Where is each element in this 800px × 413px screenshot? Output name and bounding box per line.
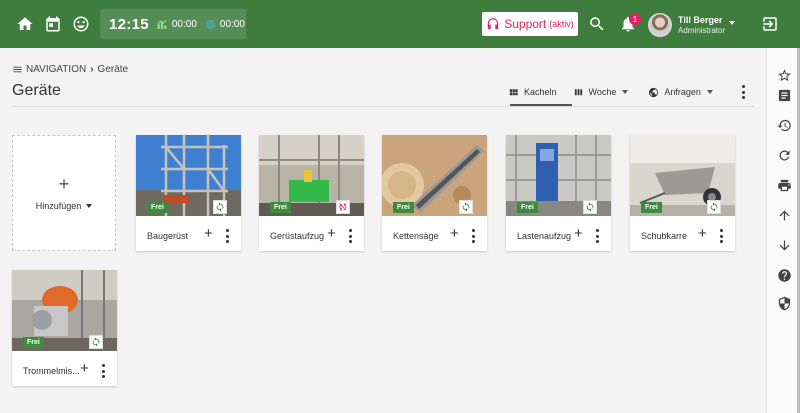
plus-icon: +	[58, 174, 70, 194]
globe-icon	[649, 87, 659, 97]
chevron-down-icon	[622, 90, 629, 94]
chevron-down-icon[interactable]	[729, 21, 735, 25]
shield-icon[interactable]	[775, 294, 793, 312]
add-booking-button[interactable]: +	[698, 226, 707, 241]
time-tracker[interactable]: 12:15 00:00 00:00	[100, 9, 246, 39]
chevron-down-icon	[706, 90, 713, 94]
star-icon[interactable]	[775, 66, 793, 84]
view-tabs: Kacheln Woche Anfragen	[508, 80, 729, 104]
device-tile-kettensaege[interactable]: Frei Kettensäge +	[382, 135, 487, 251]
sync-off-icon	[336, 200, 350, 214]
user-name[interactable]: Till Berger	[678, 15, 722, 25]
history-icon[interactable]	[775, 116, 793, 134]
device-tile-baugeruest[interactable]: Frei Baugerüst +	[136, 135, 241, 251]
work-time: 00:00	[156, 18, 197, 31]
support-button[interactable]: Support (aktiv)	[482, 12, 578, 36]
tab-woche[interactable]: Woche	[573, 80, 629, 104]
add-booking-button[interactable]: +	[204, 226, 213, 241]
divider	[12, 106, 755, 107]
status-badge: Frei	[641, 202, 662, 213]
print-icon[interactable]	[775, 176, 793, 194]
smiley-icon[interactable]	[70, 13, 92, 35]
chart-icon	[157, 19, 167, 29]
calendar-icon[interactable]	[42, 13, 64, 35]
more-menu-icon[interactable]	[594, 229, 600, 243]
home-icon[interactable]	[14, 13, 36, 35]
more-menu-icon[interactable]	[347, 229, 353, 243]
breadcrumb-root[interactable]: NAVIGATION	[26, 64, 86, 75]
search-icon[interactable]	[586, 13, 608, 35]
device-name: Baugerüst	[147, 231, 189, 241]
arrow-up-icon[interactable]	[775, 206, 793, 224]
user-role: Administrator	[678, 26, 726, 35]
status-badge: Frei	[147, 202, 168, 213]
more-menu-icon[interactable]	[470, 229, 476, 243]
support-status: (aktiv)	[549, 19, 574, 29]
help-icon[interactable]	[775, 266, 793, 284]
device-tile-trommelmischer[interactable]: Frei Trommelmis... +	[12, 270, 117, 386]
add-booking-button[interactable]: +	[450, 226, 459, 241]
more-menu-icon[interactable]	[740, 85, 746, 99]
support-label: Support	[504, 17, 547, 31]
device-name: Kettensäge	[393, 231, 439, 241]
breadcrumb-current: Geräte	[97, 64, 129, 75]
notification-badge: 1	[629, 13, 641, 25]
more-menu-icon[interactable]	[100, 364, 106, 378]
sync-icon	[213, 200, 227, 214]
notes-icon[interactable]	[775, 86, 793, 104]
tab-anfragen[interactable]: Anfragen	[648, 80, 713, 104]
status-badge: Frei	[270, 202, 291, 213]
break-time-value: 00:00	[219, 18, 245, 30]
coffee-icon	[205, 19, 216, 29]
device-tile-geruestaufzug[interactable]: Frei Gerüstaufzug +	[259, 135, 364, 251]
status-badge: Frei	[517, 202, 538, 213]
chevron-down-icon	[86, 204, 93, 208]
status-badge: Frei	[23, 337, 44, 348]
week-icon	[574, 88, 582, 95]
arrow-down-icon[interactable]	[775, 236, 793, 254]
add-booking-button[interactable]: +	[80, 361, 89, 376]
add-label: Hinzufügen	[35, 201, 82, 211]
status-badge: Frei	[393, 202, 414, 213]
add-booking-button[interactable]: +	[574, 226, 583, 241]
avatar[interactable]	[648, 13, 672, 37]
logout-icon[interactable]	[759, 13, 781, 35]
page-title: Geräte	[12, 82, 61, 99]
more-menu-icon[interactable]	[224, 229, 230, 243]
add-button[interactable]: Hinzufügen	[36, 201, 93, 211]
breadcrumb: NAVIGATION › Geräte	[12, 64, 128, 75]
tab-label: Anfragen	[664, 87, 701, 97]
sync-icon	[459, 200, 473, 214]
sync-icon	[89, 335, 103, 349]
add-tile[interactable]: + Hinzufügen	[12, 135, 116, 251]
device-name: Trommelmis...	[23, 366, 79, 376]
refresh-icon[interactable]	[775, 146, 793, 164]
device-name: Schubkarre	[641, 231, 688, 241]
menu-icon[interactable]	[12, 64, 23, 75]
break-time: 00:00	[204, 18, 245, 31]
tab-label: Woche	[588, 87, 617, 97]
device-tile-schubkarre[interactable]: Frei Schubkarre +	[630, 135, 735, 251]
top-bar: 12:15 00:00 00:00 Support (aktiv) 1 Till…	[0, 0, 800, 48]
sync-icon	[583, 200, 597, 214]
clock-time: 12:15	[109, 15, 149, 33]
tab-kacheln[interactable]: Kacheln	[508, 80, 557, 104]
device-tile-lastenaufzug[interactable]: Frei Lastenaufzug +	[506, 135, 611, 251]
device-name: Lastenaufzug	[517, 231, 572, 241]
work-time-value: 00:00	[171, 18, 197, 30]
headset-icon	[487, 18, 499, 30]
sync-icon	[707, 200, 721, 214]
chevron-right-icon: ›	[90, 64, 94, 75]
device-name: Gerüstaufzug	[270, 231, 325, 241]
more-menu-icon[interactable]	[718, 229, 724, 243]
grid-icon	[509, 88, 518, 95]
tab-label: Kacheln	[524, 87, 557, 97]
right-rail	[766, 48, 800, 413]
add-booking-button[interactable]: +	[327, 226, 336, 241]
